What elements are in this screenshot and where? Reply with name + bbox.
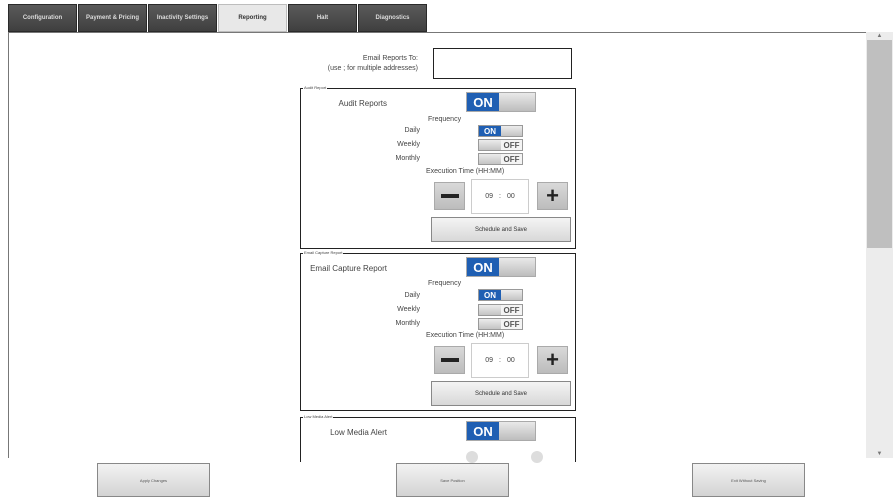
section-legend: Audit Report	[303, 85, 328, 90]
tab-halt[interactable]: Halt	[288, 4, 357, 32]
audit-reports-label: Audit Reports	[338, 99, 387, 108]
toggle-on-label: ON	[467, 93, 499, 111]
frequency-label: Frequency	[428, 116, 462, 123]
email-capture-label: Email Capture Report	[310, 264, 387, 273]
audit-report-section: Audit Report Audit Reports ON Frequency …	[300, 85, 576, 249]
frequency-label: Frequency	[428, 280, 462, 287]
daily-toggle[interactable]: ON	[478, 289, 523, 301]
toggle-on-label: ON	[467, 258, 499, 276]
time-separator: :	[499, 193, 501, 200]
tab-inactivity-settings[interactable]: Inactivity Settings	[148, 4, 217, 32]
toggle-knob	[479, 319, 501, 329]
section-legend: Low Media Alert	[303, 414, 334, 419]
toggle-knob	[501, 290, 522, 300]
toggle-knob	[479, 154, 501, 164]
minus-icon	[440, 358, 459, 362]
daily-label: Daily	[404, 127, 420, 134]
partially-hidden-button	[466, 451, 478, 463]
execution-time-display[interactable]: 09 : 00	[471, 179, 529, 214]
toggle-knob	[499, 258, 535, 276]
toggle-off-label: OFF	[501, 140, 522, 150]
execution-time-label: Execution Time (HH:MM)	[426, 168, 505, 175]
execution-time-label: Execution Time (HH:MM)	[426, 332, 505, 339]
toggle-knob	[479, 305, 501, 315]
toggle-knob	[501, 126, 522, 136]
vertical-scrollbar[interactable]: ▲ ▼	[866, 32, 893, 458]
tab-reporting[interactable]: Reporting	[218, 4, 287, 32]
tab-payment-pricing[interactable]: Payment & Pricing	[78, 4, 147, 32]
email-reports-label: Email Reports To: (use ; for multiple ad…	[292, 54, 418, 74]
email-label-line1: Email Reports To:	[362, 55, 418, 62]
toggle-on-label: ON	[467, 422, 499, 440]
toggle-knob	[479, 140, 501, 150]
weekly-toggle[interactable]: OFF	[478, 139, 523, 151]
partially-hidden-button	[531, 451, 543, 463]
scroll-down-icon[interactable]: ▼	[866, 450, 893, 458]
low-media-alert-section: Low Media Alert Low Media Alert ON	[300, 414, 576, 463]
toggle-knob	[499, 422, 535, 440]
tab-diagnostics[interactable]: Diagnostics	[358, 4, 427, 32]
monthly-label: Monthly	[395, 155, 420, 162]
decrement-button[interactable]	[434, 182, 465, 210]
weekly-label: Weekly	[397, 306, 420, 313]
hour-value: 09	[485, 193, 494, 200]
email-reports-input[interactable]	[433, 48, 572, 79]
schedule-save-button[interactable]: Schedule and Save	[431, 217, 571, 242]
email-capture-toggle[interactable]: ON	[466, 257, 536, 277]
weekly-label: Weekly	[397, 141, 420, 148]
daily-label: Daily	[404, 292, 420, 299]
scroll-up-icon[interactable]: ▲	[866, 32, 893, 40]
increment-button[interactable]: +	[537, 182, 568, 210]
weekly-toggle[interactable]: OFF	[478, 304, 523, 316]
minus-icon	[440, 194, 459, 198]
time-separator: :	[499, 357, 501, 364]
toggle-off-label: OFF	[501, 154, 522, 164]
audit-reports-toggle[interactable]: ON	[466, 92, 536, 112]
toggle-on-label: ON	[479, 290, 501, 300]
hour-value: 09	[485, 357, 494, 364]
toggle-knob	[499, 93, 535, 111]
monthly-label: Monthly	[395, 320, 420, 327]
minute-value: 00	[506, 193, 515, 200]
execution-time-display[interactable]: 09 : 00	[471, 343, 529, 378]
plus-icon: +	[546, 183, 559, 208]
monthly-toggle[interactable]: OFF	[478, 318, 523, 330]
exit-without-saving-button[interactable]: Exit Without Saving	[692, 463, 805, 497]
increment-button[interactable]: +	[537, 346, 568, 374]
low-media-alert-label: Low Media Alert	[330, 428, 387, 437]
toggle-on-label: ON	[479, 126, 501, 136]
save-position-button[interactable]: Save Position	[396, 463, 509, 497]
toggle-off-label: OFF	[501, 319, 522, 329]
section-legend: Email Capture Report	[303, 250, 344, 255]
decrement-button[interactable]	[434, 346, 465, 374]
apply-changes-button[interactable]: Apply Changes	[97, 463, 210, 497]
minute-value: 00	[506, 357, 515, 364]
low-media-alert-toggle[interactable]: ON	[466, 421, 536, 441]
scroll-thumb[interactable]	[867, 40, 892, 248]
daily-toggle[interactable]: ON	[478, 125, 523, 137]
tab-bar: Configuration Payment & Pricing Inactivi…	[8, 4, 428, 32]
monthly-toggle[interactable]: OFF	[478, 153, 523, 165]
email-label-line2: (use ; for multiple addresses)	[327, 65, 418, 72]
plus-icon: +	[546, 347, 559, 372]
schedule-save-button[interactable]: Schedule and Save	[431, 381, 571, 406]
toggle-off-label: OFF	[501, 305, 522, 315]
email-capture-section: Email Capture Report Email Capture Repor…	[300, 250, 576, 411]
tab-configuration[interactable]: Configuration	[8, 4, 77, 32]
